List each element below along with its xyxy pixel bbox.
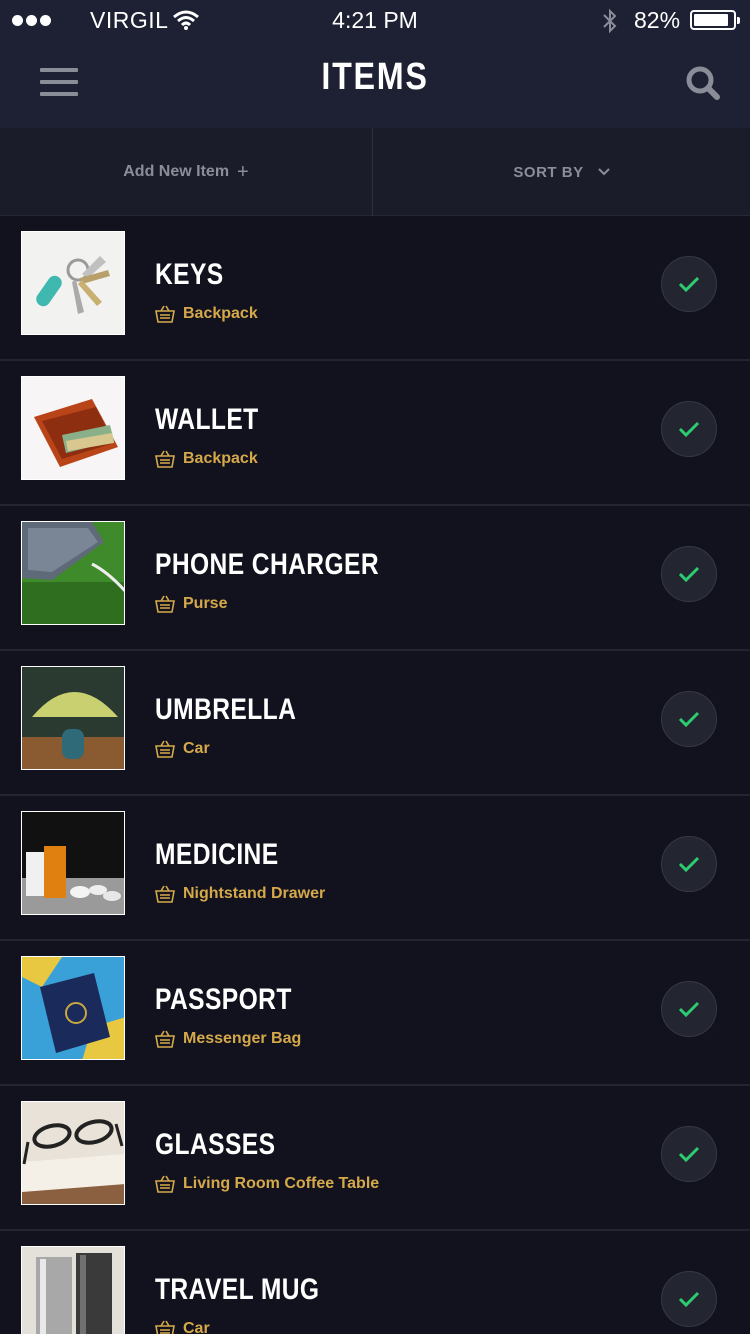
checkmark-button[interactable] bbox=[661, 1271, 717, 1327]
list-item-glasses[interactable]: GLASSES Living Room Coffee Table bbox=[0, 1086, 750, 1231]
item-location: Purse bbox=[155, 595, 227, 613]
checkmark-icon bbox=[678, 421, 700, 438]
item-location: Backpack bbox=[155, 305, 258, 323]
item-location: Car bbox=[155, 740, 210, 758]
item-name: KEYS bbox=[155, 258, 224, 291]
list-item-medicine[interactable]: MEDICINE Nightstand Drawer bbox=[0, 796, 750, 941]
item-name: WALLET bbox=[155, 403, 259, 436]
battery-icon bbox=[690, 10, 740, 30]
checkmark-button[interactable] bbox=[661, 836, 717, 892]
checkmark-button[interactable] bbox=[661, 256, 717, 312]
items-list: KEYS Backpack WALLET Backpack PHONE CHAR… bbox=[0, 216, 750, 1334]
basket-icon bbox=[155, 1320, 175, 1334]
checkmark-icon bbox=[678, 1146, 700, 1163]
medicine-thumbnail bbox=[21, 811, 125, 915]
list-item-phone-charger[interactable]: PHONE CHARGER Purse bbox=[0, 506, 750, 651]
item-name: UMBRELLA bbox=[155, 693, 297, 726]
checkmark-icon bbox=[678, 1291, 700, 1308]
phone-charger-thumbnail bbox=[21, 521, 125, 625]
basket-icon bbox=[155, 1030, 175, 1048]
basket-icon bbox=[155, 595, 175, 613]
item-location: Nightstand Drawer bbox=[155, 885, 325, 903]
item-location-label: Living Room Coffee Table bbox=[183, 1175, 380, 1192]
bluetooth-icon bbox=[603, 8, 617, 34]
item-name: PASSPORT bbox=[155, 983, 292, 1016]
item-location-label: Car bbox=[183, 1320, 210, 1334]
list-item-umbrella[interactable]: UMBRELLA Car bbox=[0, 651, 750, 796]
nav-bar: ITEMS bbox=[0, 40, 750, 128]
basket-icon bbox=[155, 1175, 175, 1193]
item-name: GLASSES bbox=[155, 1128, 276, 1161]
add-new-item-button[interactable]: Add New Item + bbox=[0, 128, 372, 216]
item-name: MEDICINE bbox=[155, 838, 279, 871]
search-icon[interactable] bbox=[684, 64, 724, 104]
basket-icon bbox=[155, 740, 175, 758]
checkmark-button[interactable] bbox=[661, 691, 717, 747]
sort-by-label: SORT BY bbox=[513, 163, 584, 181]
sort-by-button[interactable]: SORT BY bbox=[373, 128, 750, 216]
item-location-label: Messenger Bag bbox=[183, 1030, 302, 1047]
battery-percent: 82% bbox=[634, 7, 681, 33]
item-name: PHONE CHARGER bbox=[155, 548, 380, 581]
basket-icon bbox=[155, 305, 175, 323]
plus-icon: + bbox=[237, 160, 249, 183]
chevron-down-icon bbox=[597, 168, 610, 176]
wallet-thumbnail bbox=[21, 376, 125, 480]
item-location-label: Purse bbox=[183, 595, 228, 612]
item-location: Car bbox=[155, 1320, 210, 1334]
item-location: Messenger Bag bbox=[155, 1030, 301, 1048]
list-item-keys[interactable]: KEYS Backpack bbox=[0, 216, 750, 361]
page-title: ITEMS bbox=[321, 56, 429, 98]
add-new-item-label: Add New Item bbox=[123, 163, 230, 180]
list-item-passport[interactable]: PASSPORT Messenger Bag bbox=[0, 941, 750, 1086]
basket-icon bbox=[155, 450, 175, 468]
checkmark-button[interactable] bbox=[661, 546, 717, 602]
glasses-thumbnail bbox=[21, 1101, 125, 1205]
action-bar: Add New Item + SORT BY bbox=[0, 128, 750, 216]
checkmark-icon bbox=[678, 1001, 700, 1018]
item-location-label: Backpack bbox=[183, 305, 258, 322]
list-item-wallet[interactable]: WALLET Backpack bbox=[0, 361, 750, 506]
checkmark-icon bbox=[678, 276, 700, 293]
checkmark-icon bbox=[678, 566, 700, 583]
item-location-label: Nightstand Drawer bbox=[183, 885, 326, 902]
travel-mug-thumbnail bbox=[21, 1246, 125, 1334]
status-bar: VIRGIL 4:21 PM 82% bbox=[0, 0, 750, 40]
umbrella-thumbnail bbox=[21, 666, 125, 770]
checkmark-icon bbox=[678, 711, 700, 728]
list-item-travel-mug[interactable]: TRAVEL MUG Car bbox=[0, 1231, 750, 1334]
item-name: TRAVEL MUG bbox=[155, 1273, 320, 1306]
item-location: Living Room Coffee Table bbox=[155, 1175, 379, 1193]
keys-thumbnail bbox=[21, 231, 125, 335]
item-location: Backpack bbox=[155, 450, 258, 468]
item-location-label: Backpack bbox=[183, 450, 258, 467]
checkmark-icon bbox=[678, 856, 700, 873]
passport-thumbnail bbox=[21, 956, 125, 1060]
checkmark-button[interactable] bbox=[661, 401, 717, 457]
basket-icon bbox=[155, 885, 175, 903]
checkmark-button[interactable] bbox=[661, 981, 717, 1037]
checkmark-button[interactable] bbox=[661, 1126, 717, 1182]
item-location-label: Car bbox=[183, 740, 210, 757]
